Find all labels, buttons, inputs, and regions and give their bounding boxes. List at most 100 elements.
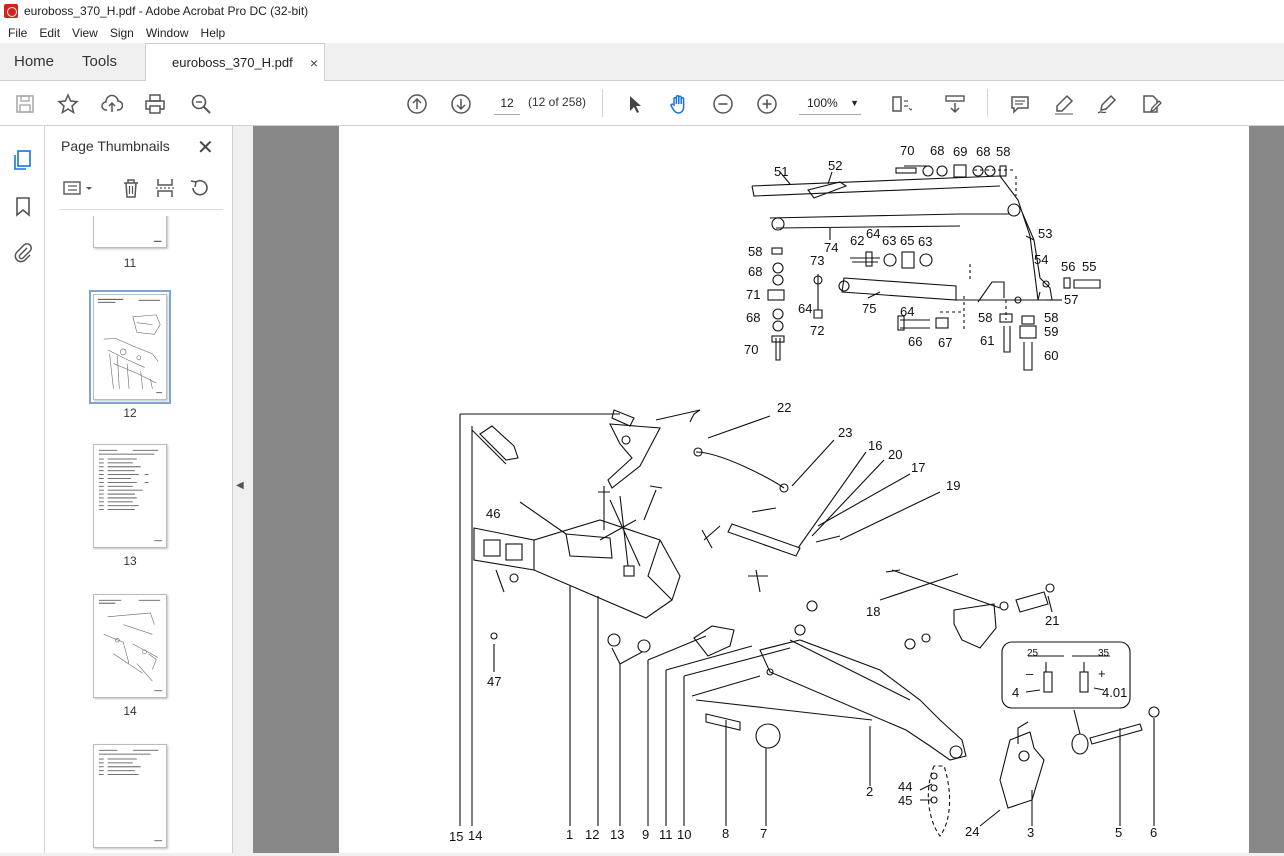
tab-home[interactable]: Home: [0, 43, 68, 80]
thumbnail-list: 11 12 13 14: [59, 216, 211, 853]
part-label: 58: [996, 144, 1010, 159]
tab-bar: Home Tools euroboss_370_H.pdf ×: [0, 43, 1284, 81]
tab-tools[interactable]: Tools: [68, 43, 131, 80]
part-label: 21: [1045, 613, 1059, 628]
part-label: 66: [908, 334, 922, 349]
rotate-icon[interactable]: [187, 176, 211, 200]
part-label: 23: [838, 425, 852, 440]
part-label: 13: [610, 827, 624, 842]
menu-window[interactable]: Window: [140, 26, 195, 40]
next-page-icon[interactable]: [448, 91, 474, 117]
page-thumbnail[interactable]: [93, 594, 167, 698]
thumbnail-label: 14: [123, 704, 137, 718]
part-label: 52: [828, 158, 842, 173]
part-label: 54: [1034, 252, 1048, 267]
upload-cloud-icon[interactable]: [99, 91, 125, 117]
part-label: 18: [866, 604, 880, 619]
part-label: 2: [866, 784, 873, 799]
part-label: 58: [748, 244, 762, 259]
title-bar: euroboss_370_H.pdf - Adobe Acrobat Pro D…: [0, 0, 1284, 22]
part-label: 74: [824, 240, 838, 255]
document-viewer[interactable]: 70 68 69 68 58 51 52 53 74 62 64 63 65 6…: [253, 126, 1284, 853]
page-fit-icon[interactable]: [888, 91, 914, 117]
page-count: (12 of 258): [528, 95, 587, 109]
page-thumbnail[interactable]: [93, 216, 167, 248]
zoom-out-icon[interactable]: [710, 91, 736, 117]
part-label: 62: [850, 233, 864, 248]
part-label: 59: [1044, 324, 1058, 339]
comment-icon[interactable]: [1007, 91, 1033, 117]
part-label: 56: [1061, 259, 1075, 274]
highlight-pen-icon[interactable]: [1051, 91, 1077, 117]
menu-edit[interactable]: Edit: [33, 26, 66, 40]
print-icon[interactable]: [142, 91, 168, 117]
acrobat-app-icon: [4, 4, 18, 18]
part-label: 61: [980, 333, 994, 348]
part-label: 9: [642, 827, 649, 842]
menu-view[interactable]: View: [66, 26, 104, 40]
thumbnails-panel: Page Thumbnails ✕ 11 12 13 14: [45, 126, 270, 853]
page-thumbnail[interactable]: [89, 290, 171, 404]
part-label: 67: [938, 335, 952, 350]
scroll-mode-icon[interactable]: [942, 91, 968, 117]
delete-trash-icon[interactable]: [119, 176, 143, 200]
part-label: 51: [774, 164, 788, 179]
attachment-paperclip-icon[interactable]: [11, 240, 35, 264]
part-label: 64: [900, 304, 914, 319]
part-label: 44: [898, 779, 912, 794]
part-label: 46: [486, 506, 500, 521]
part-label: 6: [1150, 825, 1157, 840]
zoom-level-select[interactable]: 100% ▼: [799, 91, 861, 115]
split-page-icon[interactable]: [153, 176, 177, 200]
menu-help[interactable]: Help: [195, 26, 232, 40]
zoom-in-icon[interactable]: [754, 91, 780, 117]
part-labels: 70 68 69 68 58 51 52 53 74 62 64 63 65 6…: [449, 143, 1157, 844]
toolbar: 12 (12 of 258) 100% ▼: [0, 81, 1284, 126]
bookmark-star-icon[interactable]: [55, 91, 81, 117]
thumbnail-label: 12: [123, 406, 137, 420]
inset-plus: +: [1098, 666, 1106, 681]
page-thumbnails-icon[interactable]: [11, 148, 35, 172]
tab-document[interactable]: euroboss_370_H.pdf ×: [145, 43, 326, 81]
thumbnail-label: 11: [123, 256, 137, 270]
part-label: 63: [918, 234, 932, 249]
close-panel-icon[interactable]: ✕: [197, 135, 214, 160]
panel-title: Page Thumbnails: [61, 138, 170, 154]
zoom-level-value: 100%: [807, 96, 838, 110]
part-label: 75: [862, 301, 876, 316]
part-label: 58: [978, 310, 992, 325]
part-label: 65: [900, 233, 914, 248]
thumbnail-options-icon[interactable]: [61, 176, 97, 200]
part-label: 68: [748, 264, 762, 279]
page-number-input[interactable]: 12: [494, 91, 520, 115]
select-cursor-icon[interactable]: [622, 91, 648, 117]
zoom-search-icon[interactable]: [188, 91, 214, 117]
menu-sign[interactable]: Sign: [104, 26, 140, 40]
part-label: 73: [810, 253, 824, 268]
save-icon[interactable]: [12, 91, 38, 117]
part-label: 69: [953, 144, 967, 159]
part-label: 12: [585, 827, 599, 842]
close-tab-icon[interactable]: ×: [310, 55, 318, 71]
fill-sign-icon[interactable]: [1094, 91, 1120, 117]
part-label: 4.01: [1102, 685, 1127, 700]
part-label: 72: [810, 323, 824, 338]
page-thumbnail[interactable]: [93, 444, 167, 548]
part-label: 22: [777, 400, 791, 415]
menu-file[interactable]: File: [2, 26, 33, 40]
part-label: 17: [911, 460, 925, 475]
hand-tool-icon[interactable]: [666, 91, 692, 117]
part-label: 64: [866, 226, 880, 241]
page-thumbnail[interactable]: [93, 744, 167, 848]
previous-page-icon[interactable]: [404, 91, 430, 117]
bookmark-icon[interactable]: [11, 194, 35, 218]
part-label: 53: [1038, 226, 1052, 241]
edit-pdf-icon[interactable]: [1138, 91, 1164, 117]
part-label: 10: [677, 827, 691, 842]
part-label: 68: [930, 143, 944, 158]
part-label: 47: [487, 674, 501, 689]
part-label: 4: [1012, 685, 1019, 700]
collapse-panel-icon[interactable]: ◀: [236, 480, 244, 491]
part-label: 16: [868, 438, 882, 453]
part-label: 55: [1082, 259, 1096, 274]
